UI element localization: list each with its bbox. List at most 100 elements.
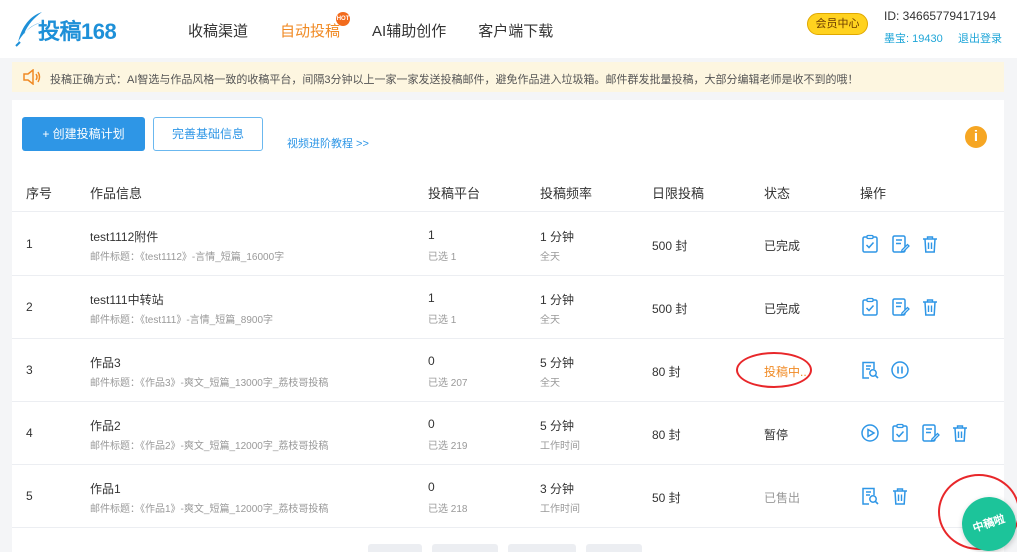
header-index: 序号 <box>26 186 53 201</box>
work-title: test111中转站 <box>90 293 164 307</box>
check-icon[interactable] <box>890 423 910 443</box>
pagination-button[interactable] <box>368 544 422 552</box>
delete-icon[interactable] <box>920 234 940 254</box>
complete-info-button[interactable]: 完善基础信息 <box>153 117 263 151</box>
table-row: 3 作品3 邮件标题：《作品3》-爽文_短篇_13000字_荔枝哥投稿 0 已选 207… <box>12 339 1004 402</box>
frequency-period: 工作时间 <box>540 441 580 452</box>
daily-limit: 80 封 <box>652 428 681 442</box>
frequency: 5 分钟 <box>540 356 575 370</box>
nav-item-auto-submit[interactable]: 自动投稿 HOT <box>280 12 351 41</box>
selected-count: 已选 218 <box>428 504 468 515</box>
edit-icon[interactable] <box>890 234 910 254</box>
nav-item-label: 自动投稿 <box>280 23 341 40</box>
selected-count: 已选 219 <box>428 441 468 452</box>
delete-icon[interactable] <box>950 423 970 443</box>
pause-icon[interactable] <box>890 360 910 380</box>
platform-count: 0 <box>428 354 435 368</box>
delete-icon[interactable] <box>890 486 910 506</box>
daily-limit: 50 封 <box>652 491 681 505</box>
main-nav: 收稿渠道 自动投稿 HOT AI辅助创作 客户端下载 <box>188 12 585 41</box>
frequency: 3 分钟 <box>540 482 575 496</box>
status-text: 暂停 <box>764 428 789 442</box>
mail-subject: 邮件标题：《test111》-言情_短篇_8900字 <box>90 315 274 326</box>
selected-count: 已选 1 <box>428 315 457 326</box>
platform-count: 1 <box>428 228 435 242</box>
frequency: 1 分钟 <box>540 293 575 307</box>
plan-list-card: + 创建投稿计划 完善基础信息 视频进阶教程 >> i 序号 作品信息 投稿平台… <box>12 100 1004 552</box>
vip-center-button[interactable]: 会员中心 <box>807 13 868 35</box>
logo-text[interactable]: 投稿168 <box>38 14 117 46</box>
search-doc-icon[interactable] <box>860 486 880 506</box>
row-actions <box>860 423 980 443</box>
selected-count: 已选 1 <box>428 252 457 263</box>
status-text: 已完成 <box>764 239 801 253</box>
row-index: 4 <box>26 426 33 440</box>
info-icon[interactable]: i <box>965 126 987 148</box>
table-row: 4 作品2 邮件标题：《作品2》-爽文_短篇_12000字_荔枝哥投稿 0 已选 219… <box>12 402 1004 465</box>
work-title: 作品3 <box>90 356 121 370</box>
edit-icon[interactable] <box>890 297 910 317</box>
platform-count: 0 <box>428 480 435 494</box>
daily-limit: 500 封 <box>652 239 688 253</box>
pagination-button[interactable] <box>586 544 642 552</box>
coin-balance: 墨宝: 19430 <box>884 33 943 45</box>
nav-item-client-download[interactable]: 客户端下载 <box>478 20 553 41</box>
work-title: test1112附件 <box>90 230 159 244</box>
status-text: 投稿中.. <box>764 365 807 379</box>
frequency-period: 全天 <box>540 315 560 326</box>
platform-count: 0 <box>428 417 435 431</box>
row-actions <box>860 234 950 254</box>
status-text: 已售出 <box>764 491 801 505</box>
check-icon[interactable] <box>860 297 880 317</box>
table-row: 1 test1112附件邮件标题：《test1112》-言情_短篇_16000字 1… <box>12 213 1004 276</box>
notice-bar: 投稿正确方式：AI智选与作品风格一致的收稿平台，间隔3分钟以上一家一家发送投稿邮… <box>12 62 1004 92</box>
selected-count: 已选 207 <box>428 378 468 389</box>
mail-subject: 邮件标题：《作品1》-爽文_短篇_12000字_荔枝哥投稿 <box>90 504 329 515</box>
nav-item-ai-writing[interactable]: AI辅助创作 <box>372 20 446 41</box>
work-title: 作品1 <box>90 482 121 496</box>
header-frequency: 投稿频率 <box>540 186 593 201</box>
header-actions: 操作 <box>860 186 887 201</box>
header-platforms: 投稿平台 <box>428 186 481 201</box>
status-text: 已完成 <box>764 302 801 316</box>
logout-link[interactable]: 退出登录 <box>958 30 1002 46</box>
row-actions <box>860 486 920 506</box>
row-index: 3 <box>26 363 33 377</box>
table-header: 序号 作品信息 投稿平台 投稿频率 日限投稿 状态 操作 <box>12 170 1004 212</box>
frequency-period: 全天 <box>540 378 560 389</box>
row-index: 1 <box>26 237 33 251</box>
search-doc-icon[interactable] <box>860 360 880 380</box>
notice-text: 投稿正确方式：AI智选与作品风格一致的收稿平台，间隔3分钟以上一家一家发送投稿邮… <box>50 74 859 86</box>
frequency-period: 工作时间 <box>540 504 580 515</box>
edit-icon[interactable] <box>920 423 940 443</box>
row-actions <box>860 360 920 380</box>
row-actions <box>860 297 950 317</box>
platform-count: 1 <box>428 291 435 305</box>
pagination-button[interactable] <box>432 544 498 552</box>
hot-badge: HOT <box>336 12 351 26</box>
create-plan-button[interactable]: + 创建投稿计划 <box>22 117 145 151</box>
mail-subject: 邮件标题：《作品2》-爽文_短篇_12000字_荔枝哥投稿 <box>90 441 329 452</box>
frequency-period: 全天 <box>540 252 560 263</box>
delete-icon[interactable] <box>920 297 940 317</box>
daily-limit: 500 封 <box>652 302 688 316</box>
frequency: 5 分钟 <box>540 419 575 433</box>
speaker-icon <box>23 69 41 85</box>
row-index: 5 <box>26 489 33 503</box>
mail-subject: 邮件标题：《作品3》-爽文_短篇_13000字_荔枝哥投稿 <box>90 378 329 389</box>
video-tutorial-link[interactable]: 视频进阶教程 >> <box>287 135 369 151</box>
mail-subject: 邮件标题：《test1112》-言情_短篇_16000字 <box>90 252 285 263</box>
pagination-button[interactable] <box>508 544 576 552</box>
user-id: ID: 34665779417194 <box>884 9 997 23</box>
header-work-info: 作品信息 <box>90 186 143 201</box>
check-icon[interactable] <box>860 234 880 254</box>
header-status: 状态 <box>764 186 791 201</box>
work-title: 作品2 <box>90 419 121 433</box>
header-daily-limit: 日限投稿 <box>652 186 705 201</box>
play-icon[interactable] <box>860 423 880 443</box>
table-row: 5 作品1 邮件标题：《作品1》-爽文_短篇_12000字_荔枝哥投稿 0 已选 218… <box>12 465 1004 528</box>
frequency: 1 分钟 <box>540 230 575 244</box>
daily-limit: 80 封 <box>652 365 681 379</box>
nav-item-channels[interactable]: 收稿渠道 <box>188 20 248 41</box>
table-row: 2 test111中转站 邮件标题：《test111》-言情_短篇_8900字 1 已选… <box>12 276 1004 339</box>
